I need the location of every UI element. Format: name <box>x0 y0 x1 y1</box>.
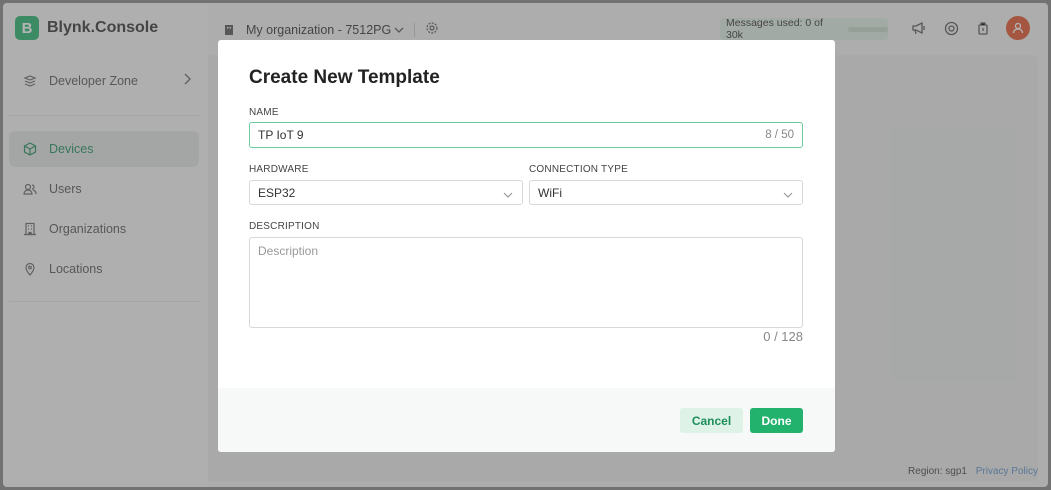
description-textarea[interactable]: Description <box>249 237 803 328</box>
modal-footer: Cancel Done <box>218 388 835 452</box>
connection-type-value: WiFi <box>538 185 562 200</box>
create-template-modal: Create New Template NAME TP IoT 9 8 / 50… <box>218 40 835 452</box>
connection-type-label: CONNECTION TYPE <box>529 164 628 175</box>
hardware-select[interactable]: ESP32 <box>249 180 523 205</box>
hardware-label: HARDWARE <box>249 164 309 175</box>
name-label: NAME <box>249 107 279 118</box>
cancel-button[interactable]: Cancel <box>680 408 743 433</box>
connection-type-select[interactable]: WiFi <box>529 180 803 205</box>
hardware-select-value: ESP32 <box>258 185 296 200</box>
chevron-down-icon <box>503 188 513 202</box>
name-input[interactable]: TP IoT 9 8 / 50 <box>249 122 803 148</box>
description-char-counter: 0 / 128 <box>763 329 803 344</box>
name-char-counter: 8 / 50 <box>765 129 794 141</box>
description-placeholder: Description <box>258 244 319 258</box>
modal-title: Create New Template <box>249 67 440 88</box>
name-input-value: TP IoT 9 <box>258 128 304 142</box>
chevron-down-icon <box>783 188 793 202</box>
description-label: DESCRIPTION <box>249 221 320 232</box>
done-button[interactable]: Done <box>750 408 803 433</box>
